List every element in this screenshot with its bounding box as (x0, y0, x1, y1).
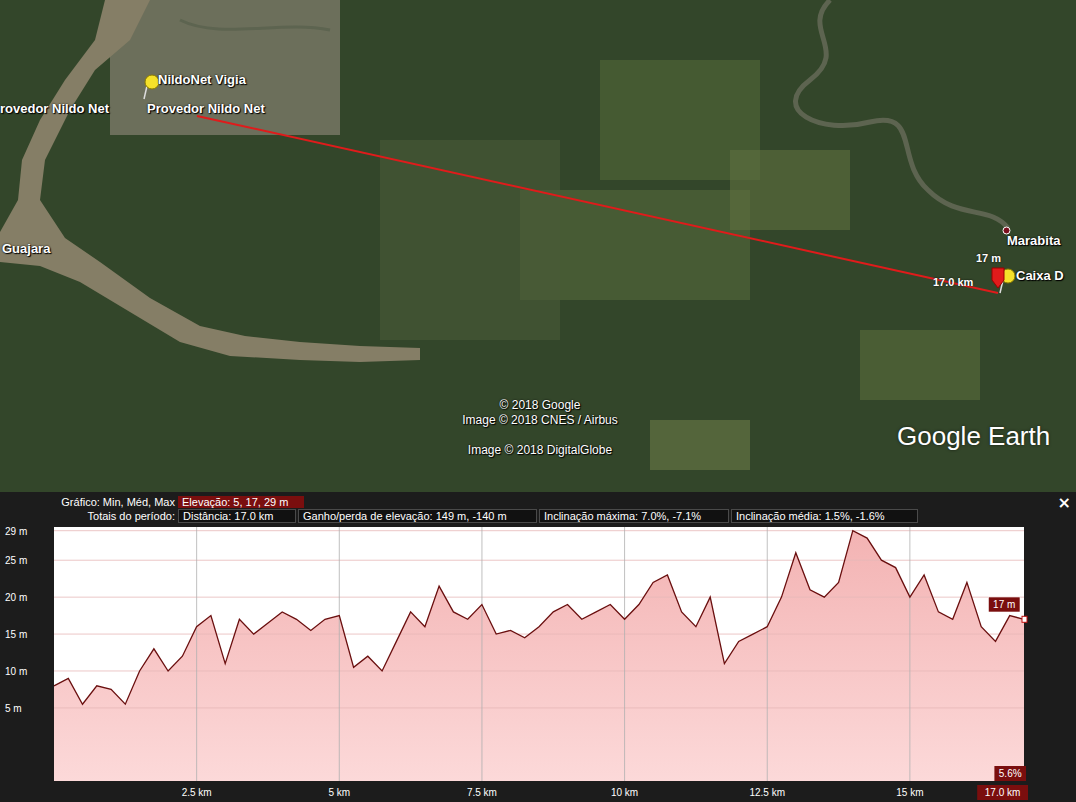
y-tick: 25 m (5, 555, 1024, 566)
y-tick-label: 10 m (5, 666, 27, 677)
y-tick: 10 m (5, 666, 1024, 677)
profile-header: Gráfico: Min, Méd, MaxElevação: 5, 17, 2… (0, 492, 1076, 523)
cursor-marker[interactable] (1022, 616, 1027, 622)
elevation-area (54, 531, 1024, 781)
x-tick: 12.5 km (749, 527, 785, 798)
x-tick: 15 km (896, 527, 923, 798)
attribution: © 2018 GoogleImage © 2018 CNES / Airbus I… (440, 398, 640, 458)
placemark-label[interactable]: Provedor Nildo Net (147, 101, 265, 117)
pushpin-icon[interactable] (142, 74, 160, 100)
close-button[interactable]: × (1055, 494, 1074, 512)
google-earth-logo: Google Earth (897, 421, 1050, 452)
map-view[interactable]: NildoNet Vigia rovedor Nildo Net Provedor … (0, 0, 1076, 492)
x-tick-label: 7.5 km (467, 787, 497, 798)
y-tick: 20 m (5, 592, 1024, 603)
x-tick-label: 15 km (896, 787, 923, 798)
x-tick-label: 12.5 km (749, 787, 785, 798)
cursor-elevation-badge: 17 m (988, 597, 1020, 612)
x-tick-label: 10 km (611, 787, 638, 798)
total-stat: Inclinação máxima: 7.0%, -7.1% (539, 509, 729, 523)
summary-value: Elevação: 5, 17, 29 m (178, 496, 304, 508)
elevation-chart[interactable]: 29 m 25 m 20 m 15 m 10 m 5 m 2.5 km 5 km 7.5 km 1… (0, 523, 1076, 802)
attribution-line: © 2018 Google (500, 398, 581, 413)
x-tick: 7.5 km (467, 527, 497, 798)
summary-label: Gráfico: Min, Méd, Max (0, 496, 178, 508)
path-distance-label: 17.0 km (933, 276, 973, 288)
path-end-marker-icon[interactable] (990, 266, 1006, 290)
attribution-line: Image © 2018 CNES / Airbus (462, 413, 618, 428)
path-height-label: 17 m (976, 252, 1001, 264)
svg-text:17 m: 17 m (993, 599, 1015, 610)
totals-list: Distância: 17.0 kmGanho/perda de elevaçã… (178, 509, 918, 523)
totals-label: Totais do período: (0, 510, 178, 522)
google-earth-screen: NildoNet Vigia rovedor Nildo Net Provedor … (0, 0, 1076, 802)
placemark-label[interactable]: NildoNet Vigia (158, 72, 246, 88)
placemark-label[interactable]: rovedor Nildo Net (0, 101, 109, 117)
y-tick-label: 20 m (5, 592, 27, 603)
svg-text:5.6%: 5.6% (999, 768, 1022, 779)
x-tick-label: 2.5 km (182, 787, 212, 798)
total-stat: Distância: 17.0 km (178, 509, 296, 523)
placemark-label[interactable]: Guajara (2, 241, 50, 257)
y-tick-label: 5 m (5, 703, 22, 714)
svg-text:17.0 km: 17.0 km (985, 787, 1021, 798)
placemark-label[interactable]: Marabita (1007, 233, 1060, 249)
y-tick-label: 25 m (5, 555, 27, 566)
plot-area (54, 527, 1024, 781)
x-tick: 5 km (328, 527, 350, 798)
y-tick-label: 29 m (5, 526, 27, 537)
placemark-label[interactable]: Caixa D (1016, 268, 1064, 284)
y-tick: 29 m (5, 526, 1024, 537)
y-tick-label: 15 m (5, 629, 27, 640)
path-line[interactable] (197, 116, 998, 293)
cursor-slope-badge: 5.6% (994, 766, 1026, 781)
elevation-profile-panel: ×Gráfico: Min, Méd, MaxElevação: 5, 17, … (0, 492, 1076, 802)
total-stat: Inclinação média: 1.5%, -1.6% (731, 509, 918, 523)
x-tick-label: 5 km (328, 787, 350, 798)
x-tick: 2.5 km (182, 527, 212, 798)
attribution-line: Image © 2018 DigitalGlobe (468, 443, 612, 458)
summary-row: Gráfico: Min, Méd, MaxElevação: 5, 17, 2… (0, 495, 1076, 508)
totals-row: Totais do período:Distância: 17.0 kmGanh… (0, 509, 1076, 523)
cursor-distance-badge: 17.0 km (977, 785, 1028, 800)
y-tick: 15 m (5, 629, 1024, 640)
y-tick: 5 m (5, 703, 1024, 714)
total-stat: Ganho/perda de elevação: 149 m, -140 m (298, 509, 537, 523)
elevation-line (54, 531, 1024, 705)
x-tick: 10 km (611, 527, 638, 798)
